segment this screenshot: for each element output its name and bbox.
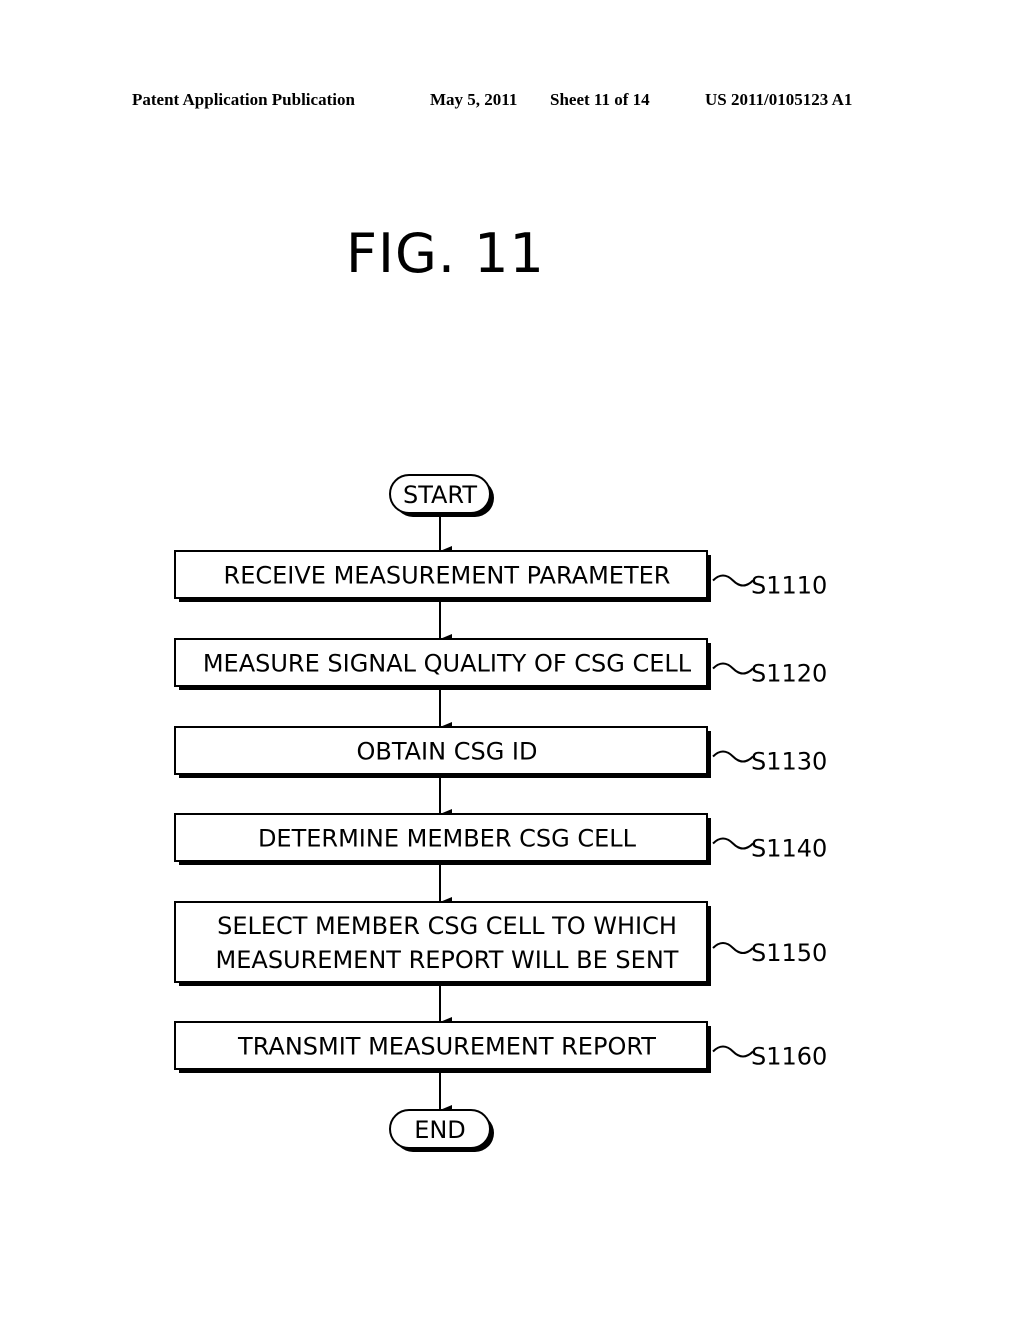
step-6-label-connector [712, 1045, 754, 1058]
step-5-text: SELECT MEMBER CSG CELL TO WHICH [217, 912, 677, 940]
step-4-label: S1140 [751, 835, 827, 863]
end-terminal-label: END [414, 1116, 466, 1144]
step-3-label-connector [712, 750, 754, 763]
step-2-label: S1120 [751, 660, 827, 688]
step-2-text: MEASURE SIGNAL QUALITY OF CSG CELL [203, 650, 692, 678]
step-1-label-connector [712, 574, 754, 587]
step-5-label-connector [712, 942, 754, 954]
step-3-text: OBTAIN CSG ID [356, 738, 537, 766]
step-2-label-connector [712, 662, 754, 675]
step-4-text: DETERMINE MEMBER CSG CELL [258, 825, 637, 853]
step-1-label: S1110 [751, 572, 827, 600]
step-3-label: S1130 [751, 748, 827, 776]
step-4-label-connector [712, 837, 754, 850]
step-5-label: S1150 [751, 939, 827, 967]
flowchart: START RECEIVE MEASUREMENT PARAMETER S1110 M… [174, 474, 827, 1152]
step-1-text: RECEIVE MEASUREMENT PARAMETER [224, 562, 671, 590]
start-terminal-label: START [403, 481, 477, 509]
step-6-text: TRANSMIT MEASUREMENT REPORT [237, 1033, 656, 1061]
step-6-label: S1160 [751, 1043, 827, 1071]
step-5-text: MEASUREMENT REPORT WILL BE SENT [216, 946, 679, 974]
